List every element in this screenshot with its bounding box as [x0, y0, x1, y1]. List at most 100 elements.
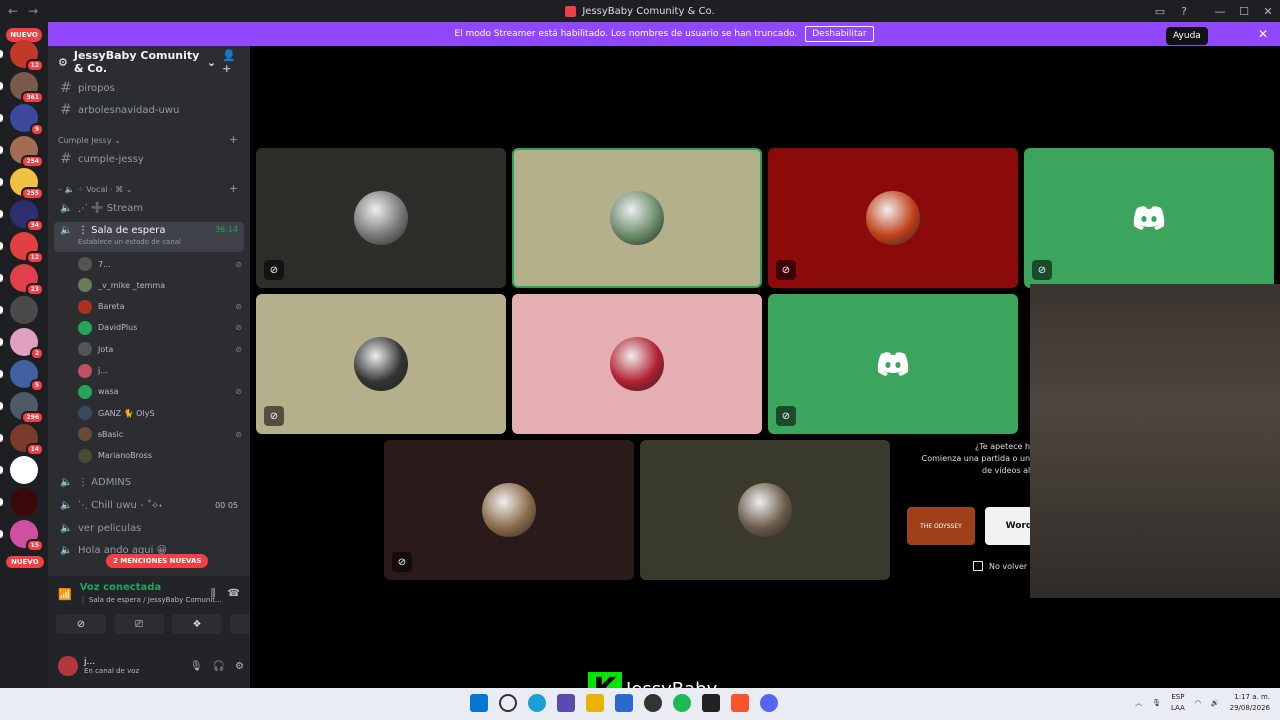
- voice-channel-stream[interactable]: 🔈 ⋰ ➕ Stream: [54, 198, 244, 218]
- inbox-icon[interactable]: ▭: [1148, 5, 1172, 18]
- close-window-icon[interactable]: ✕: [1256, 5, 1280, 18]
- participant-tile[interactable]: [512, 148, 762, 288]
- new-mentions-pill[interactable]: 2 MENCIONES NUEVAS: [106, 554, 209, 568]
- category-vocal[interactable]: – 🔈 ⁘ Vocal · ⌘ ⌄: [58, 185, 132, 194]
- server-icon[interactable]: 254: [10, 136, 44, 168]
- clock[interactable]: 1:17 a. m. 29/08/2026: [1230, 692, 1270, 714]
- start-icon[interactable]: [470, 694, 488, 712]
- voice-channel-peliculas[interactable]: 🔈 ver peliculas: [54, 518, 244, 538]
- unread-pill: [0, 498, 3, 506]
- chevron-up-icon[interactable]: ︿: [1135, 698, 1142, 708]
- brave-icon[interactable]: [731, 694, 749, 712]
- voice-user[interactable]: DavidPlus ⊘: [78, 318, 242, 338]
- server-icon[interactable]: 14: [10, 424, 44, 456]
- add-channel-icon[interactable]: +: [229, 182, 238, 195]
- category-cumple[interactable]: Cumple Jessy ⌄: [58, 136, 121, 145]
- close-banner-icon[interactable]: ✕: [1258, 27, 1268, 41]
- voice-user[interactable]: 7... ⊘: [78, 254, 242, 274]
- dont-show-again[interactable]: No volver: [973, 561, 1027, 571]
- spotify-icon[interactable]: [673, 694, 691, 712]
- unread-pill: [0, 242, 3, 250]
- app-icon[interactable]: [702, 694, 720, 712]
- folder-icon[interactable]: [586, 694, 604, 712]
- checkbox[interactable]: [973, 561, 983, 571]
- store-icon[interactable]: [615, 694, 633, 712]
- voice-channel-sala-de-espera[interactable]: 🔈 ⋮ Sala de espera 36:14 Establece un es…: [54, 222, 244, 252]
- server-icon[interactable]: [10, 488, 38, 516]
- voice-user[interactable]: j...: [78, 361, 242, 381]
- server-icon[interactable]: 12: [10, 40, 44, 72]
- server-icon[interactable]: 361: [10, 72, 44, 104]
- headphones-icon[interactable]: 🎧: [213, 661, 225, 672]
- voice-channel-admins[interactable]: 🔈 ⋮ ADMINS: [54, 472, 244, 492]
- participant-tile[interactable]: ⊘: [384, 440, 634, 580]
- voice-user[interactable]: ᵴBasic ⊘: [78, 424, 242, 444]
- voice-stage: ⊘ ⊘ ⊘ ⊘ ⊘ ⊘ ¿Te apetece ha Comienza una parti…: [250, 46, 1280, 688]
- unread-pill: [0, 82, 3, 90]
- screen-share-button[interactable]: ⎚: [114, 614, 164, 634]
- discord-icon[interactable]: [760, 694, 778, 712]
- activities-button[interactable]: ❖: [172, 614, 222, 634]
- obs-icon[interactable]: [644, 694, 662, 712]
- voice-user[interactable]: GANZ 🐈 OlyS: [78, 403, 242, 423]
- participant-tile[interactable]: [512, 294, 762, 434]
- mic-tray-icon[interactable]: 🎙: [1152, 699, 1161, 707]
- noise-suppression-icon[interactable]: ⫼: [211, 588, 216, 599]
- volume-icon[interactable]: 🔊: [1211, 699, 1220, 707]
- server-icon[interactable]: 5: [10, 360, 44, 392]
- unread-pill: [0, 146, 3, 154]
- app-icon[interactable]: [557, 694, 575, 712]
- voice-user[interactable]: _v_mike _temma: [78, 275, 242, 295]
- server-icon[interactable]: 296: [10, 392, 44, 424]
- activity-card-odyssey[interactable]: THE ODYSSEY: [907, 507, 975, 545]
- server-icon[interactable]: 2: [10, 328, 44, 360]
- voice-user[interactable]: Bareta ⊘: [78, 297, 242, 317]
- disable-streamer-button[interactable]: Deshabilitar: [805, 26, 874, 42]
- server-icon[interactable]: 34: [10, 200, 44, 232]
- language-indicator[interactable]: ESP LAA: [1171, 692, 1185, 714]
- participant-tile[interactable]: ⊘: [1024, 148, 1274, 288]
- channel-piropos[interactable]: # piropos: [54, 78, 244, 98]
- microphone-icon[interactable]: 🎙: [190, 661, 203, 672]
- server-icon[interactable]: 255: [10, 168, 44, 200]
- voice-user[interactable]: Jota ⊘: [78, 339, 242, 359]
- unread-pill: [0, 274, 3, 282]
- minimize-icon[interactable]: —: [1208, 5, 1232, 18]
- disconnect-icon[interactable]: ☎: [228, 588, 240, 599]
- server-icon[interactable]: 9: [10, 104, 44, 136]
- server-icon[interactable]: 23: [10, 264, 44, 296]
- voice-user[interactable]: wasa ⊘: [78, 382, 242, 402]
- search-icon[interactable]: [499, 694, 517, 712]
- channel-cumple-jessy[interactable]: # cumple-jessy: [54, 149, 244, 169]
- avatar[interactable]: [58, 656, 78, 676]
- participant-tile[interactable]: ⊘: [768, 148, 1018, 288]
- camera-off-button[interactable]: ⊘: [56, 614, 106, 634]
- channel-status-hint[interactable]: Establece un estado de canal: [78, 238, 181, 246]
- activity-prompt: ¿Te apetece ha Comienza una partida o un…: [895, 441, 1053, 581]
- settings-gear-icon[interactable]: ⚙: [235, 661, 244, 672]
- avatar: [78, 257, 92, 271]
- voice-user-name: _v_mike _temma: [98, 280, 166, 290]
- invite-icon[interactable]: 👤+: [222, 49, 240, 75]
- server-header[interactable]: ⚙ JessyBaby Comunity & Co. ⌄ 👤+: [48, 46, 250, 78]
- window-title: JessyBaby Comunity & Co.: [0, 5, 1280, 17]
- unread-badge: 14: [25, 443, 44, 456]
- participant-tile[interactable]: [640, 440, 890, 580]
- server-icon[interactable]: 12: [10, 232, 44, 264]
- server-icon[interactable]: 15: [10, 520, 44, 552]
- edge-icon[interactable]: [528, 694, 546, 712]
- voice-user[interactable]: MarianoBross: [78, 446, 242, 466]
- server-icon[interactable]: [10, 296, 38, 324]
- participant-tile[interactable]: ⊘: [256, 148, 506, 288]
- voice-channel-chill[interactable]: 🔈 ⋱ Chill uwu - ˚⟡˖ 00 05: [54, 495, 244, 515]
- server-icon[interactable]: [10, 456, 38, 484]
- participant-tile[interactable]: ⊘: [256, 294, 506, 434]
- wifi-icon[interactable]: ◠: [1195, 699, 1201, 707]
- channel-arbolesnavidad[interactable]: # arbolesnavidad-uwu: [54, 100, 244, 120]
- add-channel-icon[interactable]: +: [229, 133, 238, 146]
- voice-status: 📶 Voz conectada ⋮ Sala de espera / Jessy…: [58, 582, 222, 604]
- participant-tile[interactable]: ⊘: [768, 294, 1018, 434]
- maximize-icon[interactable]: ☐: [1232, 5, 1256, 18]
- help-icon[interactable]: ?: [1172, 5, 1196, 18]
- voice-channel-path[interactable]: ⋮ Sala de espera / JessyBaby Comunit...: [80, 596, 222, 604]
